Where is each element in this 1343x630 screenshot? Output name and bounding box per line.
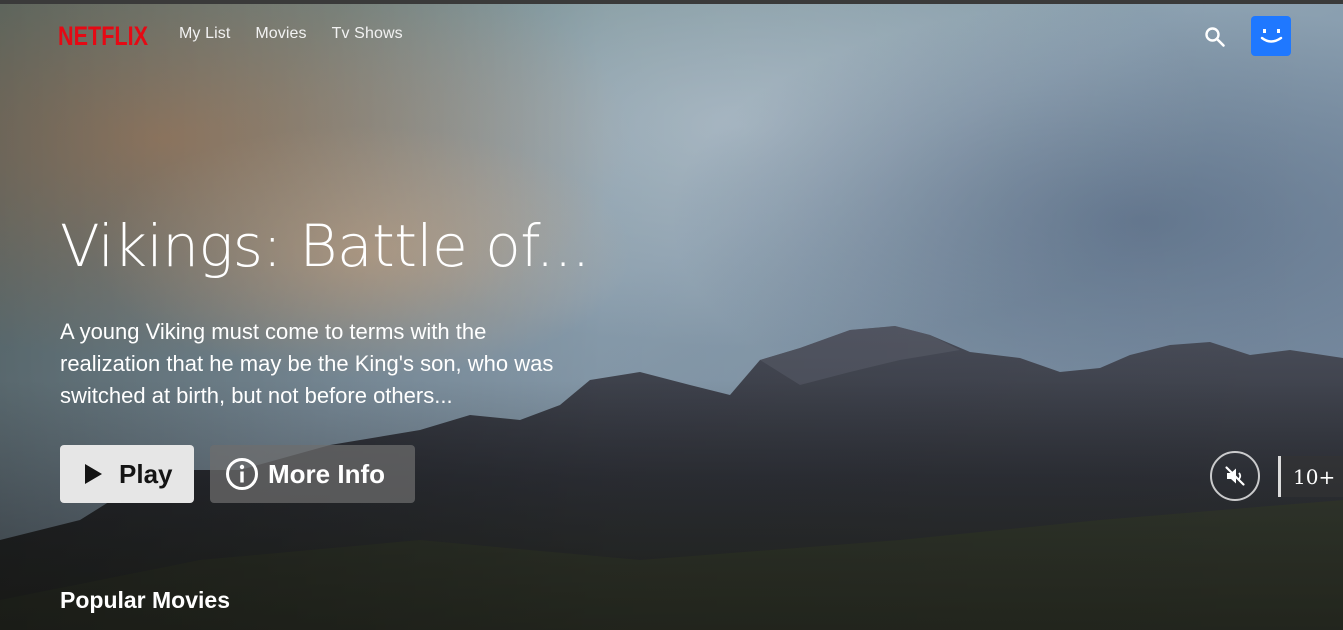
maturity-rating-badge: 10+ <box>1278 456 1343 497</box>
mute-toggle-button[interactable] <box>1210 451 1260 501</box>
play-button-label: Play <box>119 458 173 489</box>
nav-link-my-list[interactable]: My List <box>179 25 230 43</box>
hero-title: Vikings: Battle of... <box>60 212 590 280</box>
volume-off-icon <box>1225 466 1245 486</box>
more-info-button[interactable]: More Info <box>210 445 415 503</box>
window-top-edge <box>0 0 1343 4</box>
profile-avatar[interactable] <box>1251 16 1291 56</box>
netflix-logo[interactable]: NETFLIX <box>58 18 150 52</box>
top-navigation: NETFLIX My List Movies Tv Shows <box>0 4 1343 66</box>
hero-description: A young Viking must come to terms with t… <box>60 319 554 408</box>
play-icon <box>85 464 102 484</box>
logo-text: NETFLIX <box>58 21 148 51</box>
row-title-popular-movies: Popular Movies <box>60 587 230 613</box>
nav-link-movies[interactable]: Movies <box>255 25 306 43</box>
info-circle-icon <box>226 458 258 490</box>
hero-banner <box>0 0 1343 630</box>
nav-link-tv-shows[interactable]: Tv Shows <box>332 25 403 43</box>
nav-links: My List Movies Tv Shows <box>179 25 428 43</box>
play-button[interactable]: Play <box>60 445 194 503</box>
smiley-avatar-icon <box>1260 29 1283 43</box>
search-icon[interactable] <box>1203 25 1227 49</box>
hero-background-image <box>0 0 1343 630</box>
more-info-button-label: More Info <box>268 458 385 489</box>
